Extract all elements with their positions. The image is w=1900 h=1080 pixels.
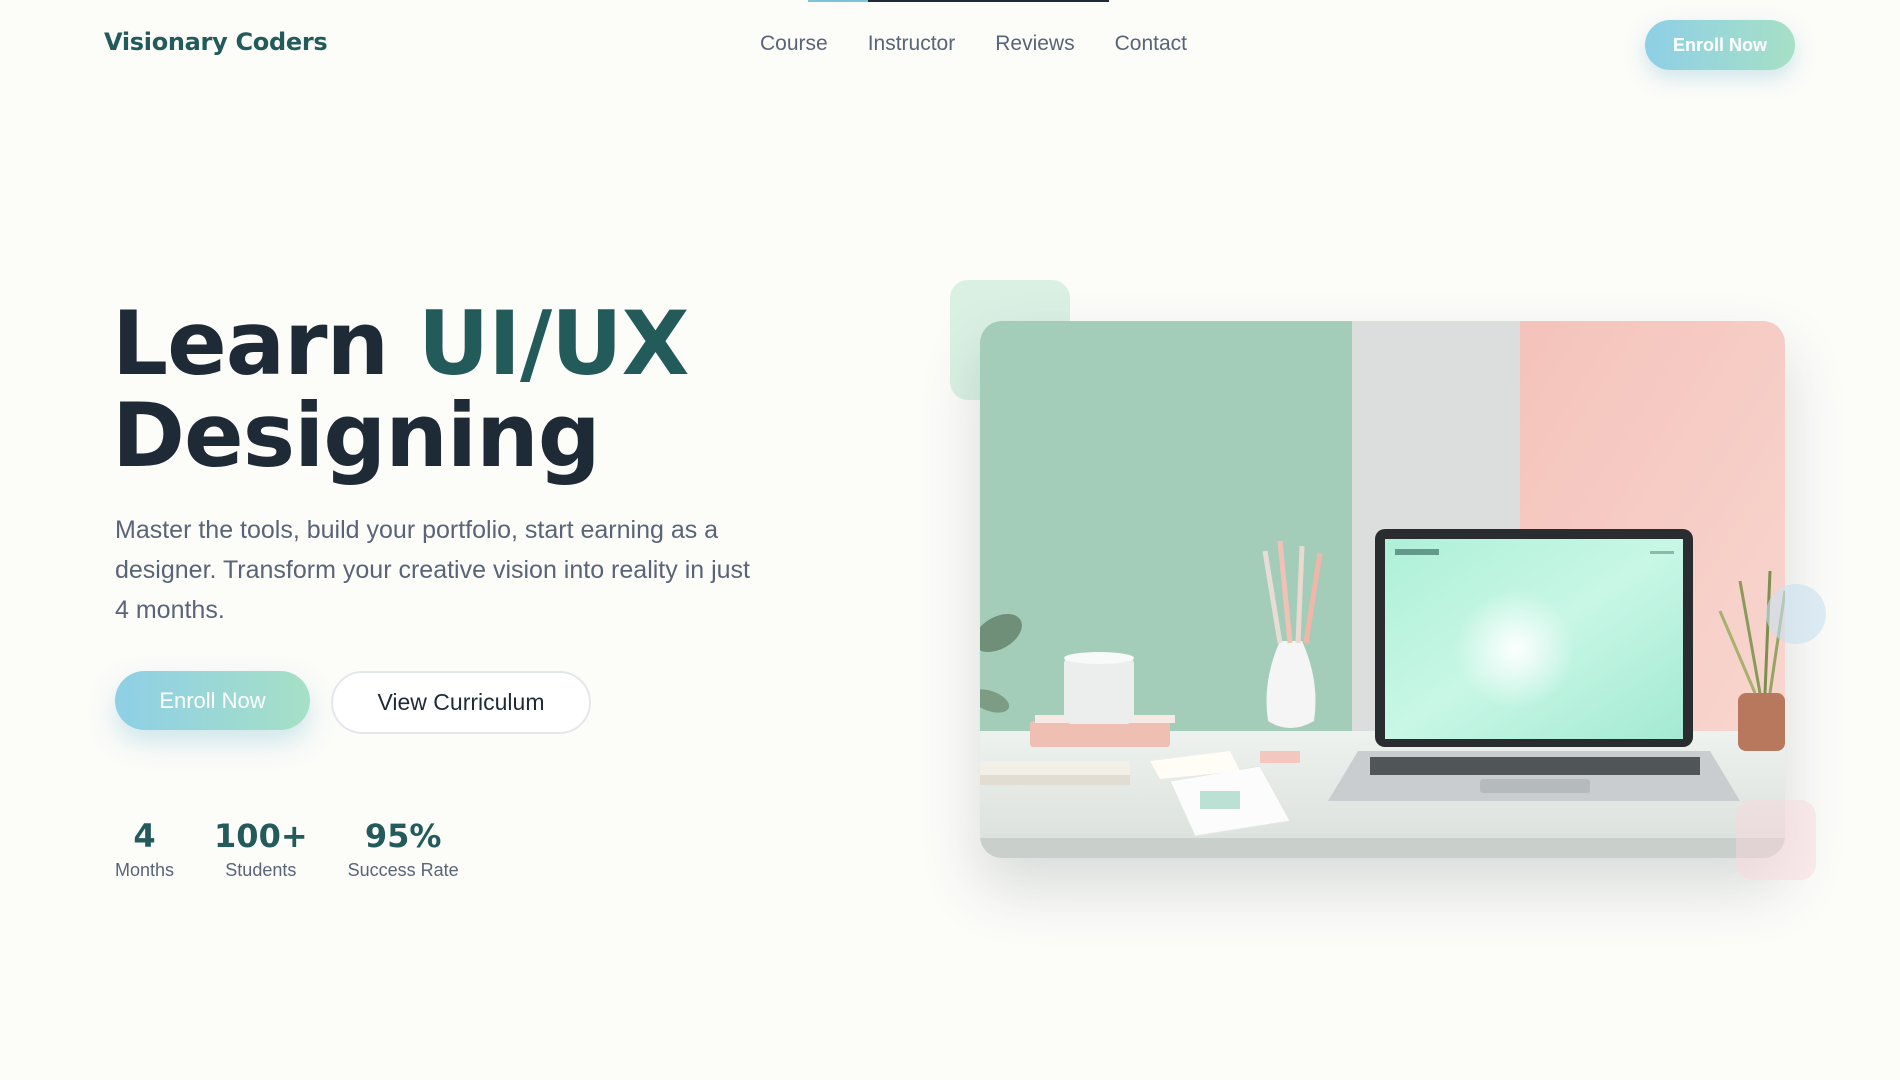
- decorative-circle: [1766, 584, 1826, 644]
- stat-label: Students: [225, 860, 297, 880]
- mug: [1064, 656, 1134, 724]
- hero-title: Learn UI/UX Designing: [112, 298, 689, 482]
- hero-description: Master the tools, build your portfolio, …: [115, 516, 750, 624]
- pink-book: [1030, 721, 1170, 747]
- brand-logo[interactable]: Visionary Coders: [104, 28, 328, 56]
- hero-title-line2: Designing: [112, 384, 601, 487]
- desk-illustration: [980, 321, 1785, 858]
- plant-pot: [1738, 693, 1785, 751]
- hero-title-accent: UI/UX: [417, 292, 690, 395]
- landing-page: Visionary Coders Course Instructor Revie…: [0, 0, 1900, 1080]
- decorative-pink-square: [1736, 800, 1816, 880]
- stat-label: Success Rate: [347, 860, 459, 880]
- stat-students: 100+ Students: [214, 818, 308, 881]
- stat-label: Months: [115, 860, 175, 880]
- stat-value: 95%: [364, 817, 442, 855]
- nav-link-reviews[interactable]: Reviews: [995, 32, 1074, 56]
- hero-image: [980, 321, 1785, 858]
- stat-months: 4 Months: [115, 818, 174, 881]
- view-curriculum-button[interactable]: View Curriculum: [331, 671, 591, 734]
- stat-success-rate: 95% Success Rate: [348, 818, 459, 881]
- nav-link-course[interactable]: Course: [760, 32, 828, 56]
- site-header: Visionary Coders Course Instructor Revie…: [0, 0, 1900, 90]
- stat-value: 4: [133, 817, 156, 855]
- nav-link-instructor[interactable]: Instructor: [868, 32, 956, 56]
- nav-link-contact[interactable]: Contact: [1115, 32, 1187, 56]
- hero-stats: 4 Months 100+ Students 95% Success Rate: [115, 818, 459, 881]
- hero-enroll-button[interactable]: Enroll Now: [115, 671, 310, 730]
- header-enroll-button[interactable]: Enroll Now: [1645, 20, 1795, 70]
- stat-value: 100+: [214, 817, 308, 855]
- main-nav: Course Instructor Reviews Contact: [760, 32, 1187, 56]
- hero-title-prefix: Learn: [112, 292, 389, 395]
